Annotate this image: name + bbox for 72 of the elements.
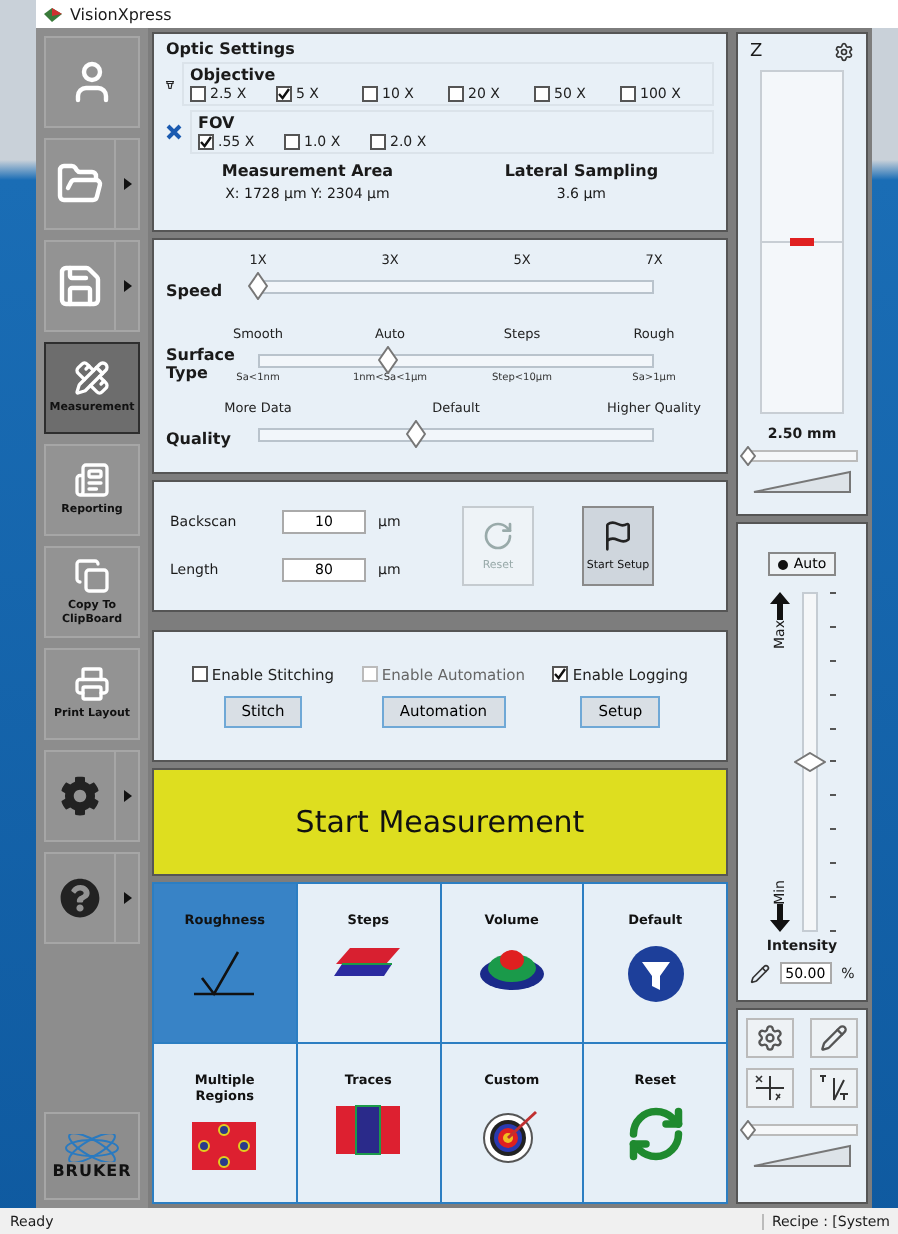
caret-icon: [123, 280, 131, 292]
tilt-button[interactable]: [810, 1068, 858, 1108]
rotate-arrow-icon: [482, 520, 514, 552]
up-arrow-icon: [769, 592, 789, 620]
slider-thumb[interactable]: [378, 346, 399, 374]
caret-icon: [123, 178, 131, 190]
slider-label: Speed: [166, 279, 225, 299]
funnel-icon: [625, 944, 686, 1004]
cross-icon: [166, 124, 182, 140]
sidebar-item[interactable]: [44, 138, 140, 230]
pencil-button[interactable]: [810, 1018, 858, 1058]
caret-icon: [123, 892, 131, 904]
ruler-pencil-icon: [74, 360, 110, 397]
regions-icon: [190, 1120, 259, 1172]
checkbox[interactable]: [191, 666, 208, 682]
info-label: Measurement Area: [221, 162, 394, 180]
checkbox[interactable]: [552, 666, 569, 682]
slider-label: Quality: [166, 427, 233, 447]
slider-thumb[interactable]: [793, 752, 825, 772]
info-label: Lateral Sampling: [504, 162, 659, 180]
traces-icon: [334, 1104, 403, 1156]
slider-thumb[interactable]: [740, 1120, 756, 1140]
checkbox[interactable]: [198, 134, 214, 150]
group-label: Objective: [190, 66, 278, 84]
refresh-icon: [625, 1104, 686, 1164]
printer-icon: [74, 666, 110, 703]
slider-thumb[interactable]: [740, 446, 756, 466]
copy-icon: [74, 557, 110, 594]
checkbox[interactable]: [362, 86, 378, 102]
sidebar-item[interactable]: [44, 750, 140, 842]
ramp-icon: [752, 470, 852, 494]
pencil-icon: [820, 1024, 848, 1052]
app-logo-icon: [44, 7, 62, 21]
lens-icon: [166, 75, 174, 93]
settings-icon: [756, 1024, 784, 1052]
document-icon: [74, 462, 110, 499]
checkbox[interactable]: [284, 134, 300, 150]
checkbox[interactable]: [534, 86, 550, 102]
group-label: FOV: [198, 114, 237, 132]
settings-icon: [60, 776, 100, 816]
tilt-icon: [818, 1074, 850, 1102]
slider-label: Surface Type: [166, 344, 237, 382]
steps-icon: [334, 944, 403, 980]
window-title: VisionXpress: [70, 5, 172, 23]
axis-label: Z: [750, 42, 763, 62]
sidebar-item[interactable]: [44, 852, 140, 944]
axes-button[interactable]: [746, 1068, 794, 1108]
settings-icon[interactable]: [834, 42, 854, 62]
save-icon: [56, 262, 104, 310]
sidebar-item[interactable]: [44, 36, 140, 128]
company-logo: BRUKER: [44, 1112, 140, 1200]
axes-icon: [754, 1074, 786, 1102]
folder-icon: [56, 160, 104, 208]
atom-icon: [62, 1133, 122, 1161]
checkbox[interactable]: [448, 86, 464, 102]
down-arrow-icon: [769, 904, 789, 932]
checkbox[interactable]: [370, 134, 386, 150]
checkbox[interactable]: [276, 86, 292, 102]
checkbox[interactable]: [190, 86, 206, 102]
start-measurement-button[interactable]: Start Measurement: [152, 768, 728, 876]
slider-thumb[interactable]: [406, 420, 427, 448]
help-icon: [60, 878, 100, 918]
sidebar-item[interactable]: [44, 240, 140, 332]
section-title: Optic Settings: [166, 40, 297, 58]
caret-icon: [123, 790, 131, 802]
pencil-icon[interactable]: [749, 963, 770, 983]
checkbox[interactable]: [620, 86, 636, 102]
flag-icon: [602, 520, 634, 552]
settings-button[interactable]: [746, 1018, 794, 1058]
slider-thumb[interactable]: [248, 272, 268, 300]
ramp-icon: [752, 1144, 852, 1168]
volume-icon: [477, 944, 546, 992]
